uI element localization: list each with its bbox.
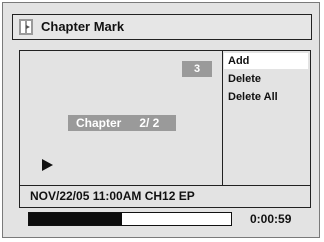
chapter-mark-icon (19, 19, 33, 35)
recording-info: NOV/22/05 11:00AM CH12 EP (30, 189, 195, 203)
chapter-menu: Add Delete Delete All (224, 53, 308, 107)
chapter-indicator: Chapter 2/ 2 (68, 115, 176, 131)
video-preview: 3 Chapter 2/ 2 (20, 51, 223, 185)
menu-item-delete[interactable]: Delete (224, 71, 308, 87)
menu-item-delete-all[interactable]: Delete All (224, 89, 308, 105)
menu-item-add[interactable]: Add (224, 53, 308, 69)
chapter-value: 2/ 2 (139, 116, 160, 130)
page-title: Chapter Mark (41, 19, 125, 34)
chapter-mark-main: 3 Chapter 2/ 2 Add Delete Delete All (19, 50, 311, 186)
chapter-count-badge: 3 (182, 61, 212, 77)
playback-progress-fill (29, 213, 122, 225)
title-bar: Chapter Mark (12, 14, 312, 40)
play-icon (42, 159, 53, 171)
chapter-label: Chapter (76, 116, 122, 130)
playback-progress-bar (28, 212, 232, 226)
elapsed-time: 0:00:59 (250, 212, 292, 226)
status-bar: NOV/22/05 11:00AM CH12 EP (19, 186, 311, 208)
